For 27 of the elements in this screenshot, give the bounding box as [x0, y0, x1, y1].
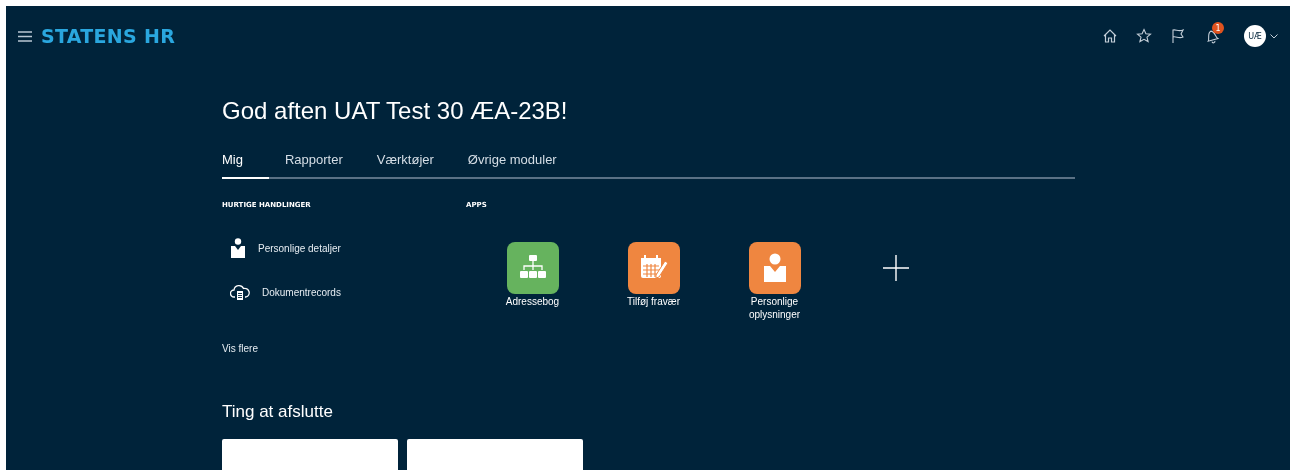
tab[interactable]: Værktøjer [376, 152, 434, 179]
quick-action-link[interactable]: Dokumentrecords [230, 284, 341, 301]
home-icon[interactable] [1102, 28, 1118, 44]
star-icon[interactable] [1136, 28, 1152, 44]
person-icon [762, 253, 787, 283]
tab[interactable]: Rapporter [284, 152, 343, 179]
app-label: Adressebog [504, 296, 561, 309]
app-label: Tilføj fravær [626, 296, 681, 309]
chevron-icon[interactable] [1270, 33, 1278, 39]
app-label: Personlige oplysninger [747, 296, 802, 321]
menu-icon[interactable] [18, 30, 32, 42]
tab[interactable]: Mig [222, 152, 269, 179]
cloud-document-icon [230, 284, 250, 301]
section-title: Ting at afslutte [222, 402, 334, 422]
greeting-title: God aften UAT Test 30 ÆA-23B! [222, 97, 569, 125]
app-tile[interactable] [627, 242, 680, 294]
person-icon [230, 238, 246, 258]
quick-action-link[interactable]: Personlige detaljer [230, 238, 341, 258]
app-tile[interactable] [506, 242, 559, 294]
brand-logo[interactable]: STATENS HR [41, 25, 176, 47]
show-more-link[interactable]: Vis flere [222, 343, 258, 354]
flag-icon[interactable] [1170, 28, 1186, 44]
notification-badge: 1 [1212, 22, 1224, 34]
user-avatar[interactable]: UÆ [1244, 25, 1266, 47]
app-tile[interactable] [748, 242, 801, 294]
tab[interactable]: Øvrige moduler [467, 152, 557, 179]
add-icon[interactable] [882, 255, 909, 281]
